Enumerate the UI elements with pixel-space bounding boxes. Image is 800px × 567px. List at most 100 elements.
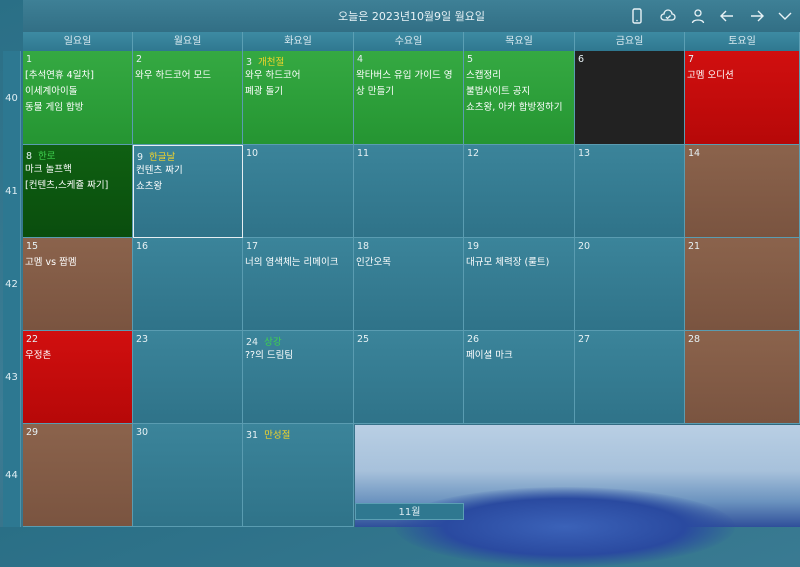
day-number: 17 [246, 241, 258, 252]
day-cell[interactable]: 15 고멤 vs 짭멤 [23, 238, 133, 331]
day-number: 16 [136, 241, 148, 252]
day-cell[interactable]: 5 스캡정리 불법사이트 공지 쇼츠왕, 아카 합방정하기 [464, 51, 575, 145]
day-cell[interactable]: 25 [354, 331, 464, 424]
day-cell[interactable]: 10 [243, 145, 354, 238]
event-item[interactable]: 상 만들기 [356, 84, 461, 100]
day-number-text: 8 [26, 151, 33, 162]
event-item[interactable]: 대규모 체력장 (룰트) [466, 255, 572, 271]
phone-icon[interactable] [627, 6, 647, 26]
holiday-label: 한글날 [149, 152, 176, 163]
day-cell[interactable]: 30 [133, 424, 243, 527]
day-cell[interactable]: 24 상강 ??의 드림팀 [243, 331, 354, 424]
event-item[interactable]: 불법사이트 공지 [466, 84, 572, 100]
day-cell[interactable]: 11 [354, 145, 464, 238]
day-number: 19 [467, 241, 479, 252]
event-item[interactable]: ??의 드림팀 [245, 348, 351, 364]
event-item[interactable]: 동물 게임 합방 [25, 100, 130, 116]
day-cell[interactable]: 7 고멤 오디션 [685, 51, 800, 145]
day-number-text: 10 [246, 148, 259, 159]
sync-cloud-icon[interactable] [658, 6, 678, 26]
day-number-text: 26 [467, 334, 480, 345]
day-number-text: 23 [136, 334, 149, 345]
event-list: 와우 하드코어 모드 [135, 68, 240, 84]
day-number: 24 상강 [246, 334, 282, 348]
day-number: 18 [357, 241, 369, 252]
day-cell[interactable]: 22 우정촌 [23, 331, 133, 424]
day-number: 15 [26, 241, 38, 252]
day-cell[interactable]: 9 한글날 컨텐츠 짜기 쇼츠왕 [133, 145, 243, 238]
event-item[interactable]: 우정촌 [25, 348, 130, 364]
day-number-text: 13 [578, 148, 591, 159]
day-cell[interactable]: 1 [추석연휴 4일차] 이세계아이돌 동물 게임 합방 [23, 51, 133, 145]
day-cell[interactable]: 18 인간오목 [354, 238, 464, 331]
day-cell[interactable]: 2 와우 하드코어 모드 [133, 51, 243, 145]
day-number: 30 [136, 427, 148, 438]
event-list: ??의 드림팀 [245, 348, 351, 364]
arrow-right-icon[interactable] [747, 6, 767, 26]
event-item[interactable]: [컨텐츠,스케쥴 짜기] [25, 178, 130, 194]
day-cell[interactable]: 16 [133, 238, 243, 331]
day-number: 26 [467, 334, 479, 345]
event-item[interactable]: 이세계아이돌 [25, 84, 130, 100]
day-number-text: 14 [688, 148, 701, 159]
day-cell[interactable]: 6 [575, 51, 685, 145]
event-item[interactable]: 인간오목 [356, 255, 461, 271]
day-number-text: 6 [578, 54, 585, 65]
week-number: 44 [3, 424, 21, 527]
event-item[interactable]: 폐광 돌기 [245, 84, 351, 100]
day-number-text: 9 [137, 152, 144, 163]
event-item[interactable]: 마크 놀프핵 [25, 162, 130, 178]
day-number: 13 [578, 148, 590, 159]
day-cell[interactable]: 19 대규모 체력장 (룰트) [464, 238, 575, 331]
day-cell[interactable]: 23 [133, 331, 243, 424]
event-item[interactable]: 스캡정리 [466, 68, 572, 84]
day-number: 14 [688, 148, 700, 159]
event-item[interactable]: 쇼츠왕, 아카 합방정하기 [466, 100, 572, 116]
event-list: 대규모 체력장 (룰트) [466, 255, 572, 271]
day-cell[interactable]: 26 페이셜 마크 [464, 331, 575, 424]
person-icon[interactable] [688, 6, 708, 26]
event-item[interactable]: 와우 하드코어 모드 [135, 68, 240, 84]
week-number: 41 [3, 145, 21, 238]
day-cell[interactable]: 8 한로 마크 놀프핵 [컨텐츠,스케쥴 짜기] [23, 145, 133, 238]
day-cell[interactable]: 31 만성절 [243, 424, 354, 527]
chevron-down-icon[interactable] [775, 6, 795, 26]
day-cell[interactable]: 29 [23, 424, 133, 527]
event-item[interactable]: [추석연휴 4일차] [25, 68, 130, 84]
event-item[interactable]: 너의 염색체는 리메이크 [245, 255, 351, 271]
day-number: 21 [688, 241, 700, 252]
day-cell[interactable]: 14 [685, 145, 800, 238]
event-item[interactable]: 왁타버스 유입 가이드 영 [356, 68, 461, 84]
week-number: 43 [3, 331, 21, 424]
day-cell[interactable]: 4 왁타버스 유입 가이드 영상 만들기 [354, 51, 464, 145]
day-number-text: 17 [246, 241, 259, 252]
event-list: 마크 놀프핵 [컨텐츠,스케쥴 짜기] [25, 162, 130, 194]
wallpaper-swirl [395, 487, 735, 567]
day-cell[interactable]: 12 [464, 145, 575, 238]
arrow-left-icon[interactable] [717, 6, 737, 26]
day-number: 2 [136, 54, 142, 65]
event-item[interactable]: 페이셜 마크 [466, 348, 572, 364]
event-item[interactable]: 컨텐츠 짜기 [136, 163, 240, 179]
day-cell[interactable]: 28 [685, 331, 800, 424]
day-number-text: 11 [357, 148, 370, 159]
day-cell[interactable]: 27 [575, 331, 685, 424]
day-cell[interactable]: 20 [575, 238, 685, 331]
day-cell[interactable]: 17 너의 염색체는 리메이크 [243, 238, 354, 331]
day-number: 20 [578, 241, 590, 252]
event-item[interactable]: 고멤 오디션 [687, 68, 797, 84]
day-number: 11 [357, 148, 369, 159]
holiday-label: 만성절 [264, 430, 291, 441]
day-cell[interactable]: 3 개천절 와우 하드코어 폐광 돌기 [243, 51, 354, 145]
next-month-tab[interactable]: 11월 [355, 503, 464, 520]
event-item[interactable]: 고멤 vs 짭멤 [25, 255, 130, 271]
event-list: 컨텐츠 짜기 쇼츠왕 [136, 163, 240, 195]
event-item[interactable]: 쇼츠왕 [136, 179, 240, 195]
week-number-column: 40 41 42 43 44 [0, 51, 23, 527]
day-cell[interactable]: 13 [575, 145, 685, 238]
day-cell[interactable]: 21 [685, 238, 800, 331]
day-number-text: 28 [688, 334, 701, 345]
day-number-text: 2 [136, 54, 143, 65]
week-number: 42 [3, 238, 21, 331]
event-item[interactable]: 와우 하드코어 [245, 68, 351, 84]
